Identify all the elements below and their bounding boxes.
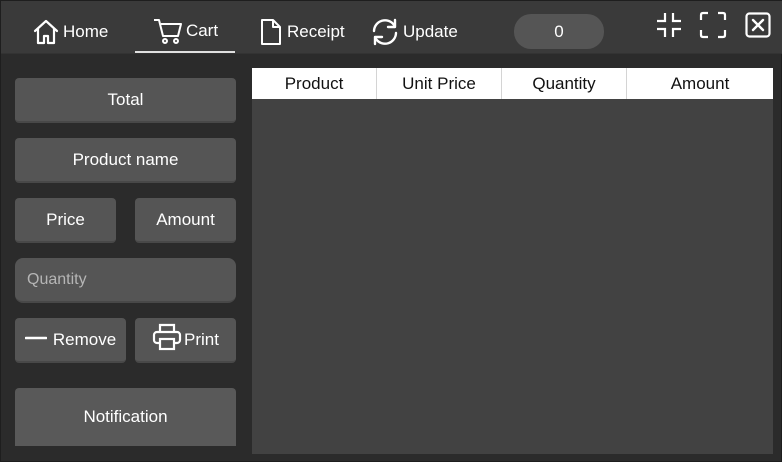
column-header-quantity[interactable]: Quantity bbox=[502, 68, 627, 99]
cart-table: Product Unit Price Quantity Amount bbox=[252, 68, 773, 454]
nav-update[interactable]: Update bbox=[369, 11, 458, 53]
nav-cart[interactable]: Cart bbox=[135, 11, 235, 53]
column-header-product[interactable]: Product bbox=[252, 68, 377, 99]
nav-update-label: Update bbox=[403, 22, 458, 41]
collapse-button[interactable] bbox=[655, 11, 683, 44]
refresh-icon bbox=[369, 17, 401, 47]
quantity-field[interactable] bbox=[15, 258, 236, 303]
fullscreen-icon bbox=[699, 11, 727, 44]
column-header-unit-price[interactable]: Unit Price bbox=[377, 68, 502, 99]
top-navigation-bar: Home Cart Receipt Update 0 bbox=[1, 1, 782, 54]
product-name-label: Product name bbox=[72, 149, 179, 169]
app-window: Home Cart Receipt Update 0 Total Product… bbox=[0, 0, 782, 462]
fullscreen-button[interactable] bbox=[699, 11, 727, 44]
quantity-input[interactable] bbox=[27, 270, 236, 289]
amount-display: Amount bbox=[135, 198, 236, 243]
remove-label: Remove bbox=[52, 329, 117, 349]
remove-button[interactable]: Remove bbox=[15, 318, 126, 363]
notification-label: Notification bbox=[83, 407, 168, 426]
cart-icon bbox=[152, 16, 184, 46]
nav-receipt[interactable]: Receipt bbox=[257, 11, 345, 53]
total-label: Total bbox=[107, 89, 144, 109]
document-icon bbox=[257, 17, 285, 47]
printer-icon bbox=[152, 323, 182, 356]
table-header: Product Unit Price Quantity Amount bbox=[252, 68, 773, 99]
collapse-icon bbox=[655, 11, 683, 44]
home-icon bbox=[31, 17, 61, 47]
price-display: Price bbox=[15, 198, 116, 243]
total-display: Total bbox=[15, 78, 236, 123]
amount-label: Amount bbox=[156, 209, 215, 229]
table-body bbox=[252, 99, 773, 454]
print-button[interactable]: Print bbox=[135, 318, 236, 363]
close-button[interactable] bbox=[744, 11, 772, 44]
notification-panel: Notification bbox=[15, 388, 236, 446]
print-label: Print bbox=[184, 329, 219, 349]
product-name-display: Product name bbox=[15, 138, 236, 183]
minus-icon bbox=[24, 330, 48, 350]
cart-count-badge: 0 bbox=[514, 14, 604, 49]
nav-receipt-label: Receipt bbox=[287, 22, 345, 41]
close-icon bbox=[744, 11, 772, 44]
nav-cart-label: Cart bbox=[185, 21, 219, 40]
price-label: Price bbox=[46, 209, 85, 229]
nav-home[interactable]: Home bbox=[31, 11, 108, 53]
column-header-amount[interactable]: Amount bbox=[627, 68, 773, 99]
nav-home-label: Home bbox=[63, 22, 109, 41]
